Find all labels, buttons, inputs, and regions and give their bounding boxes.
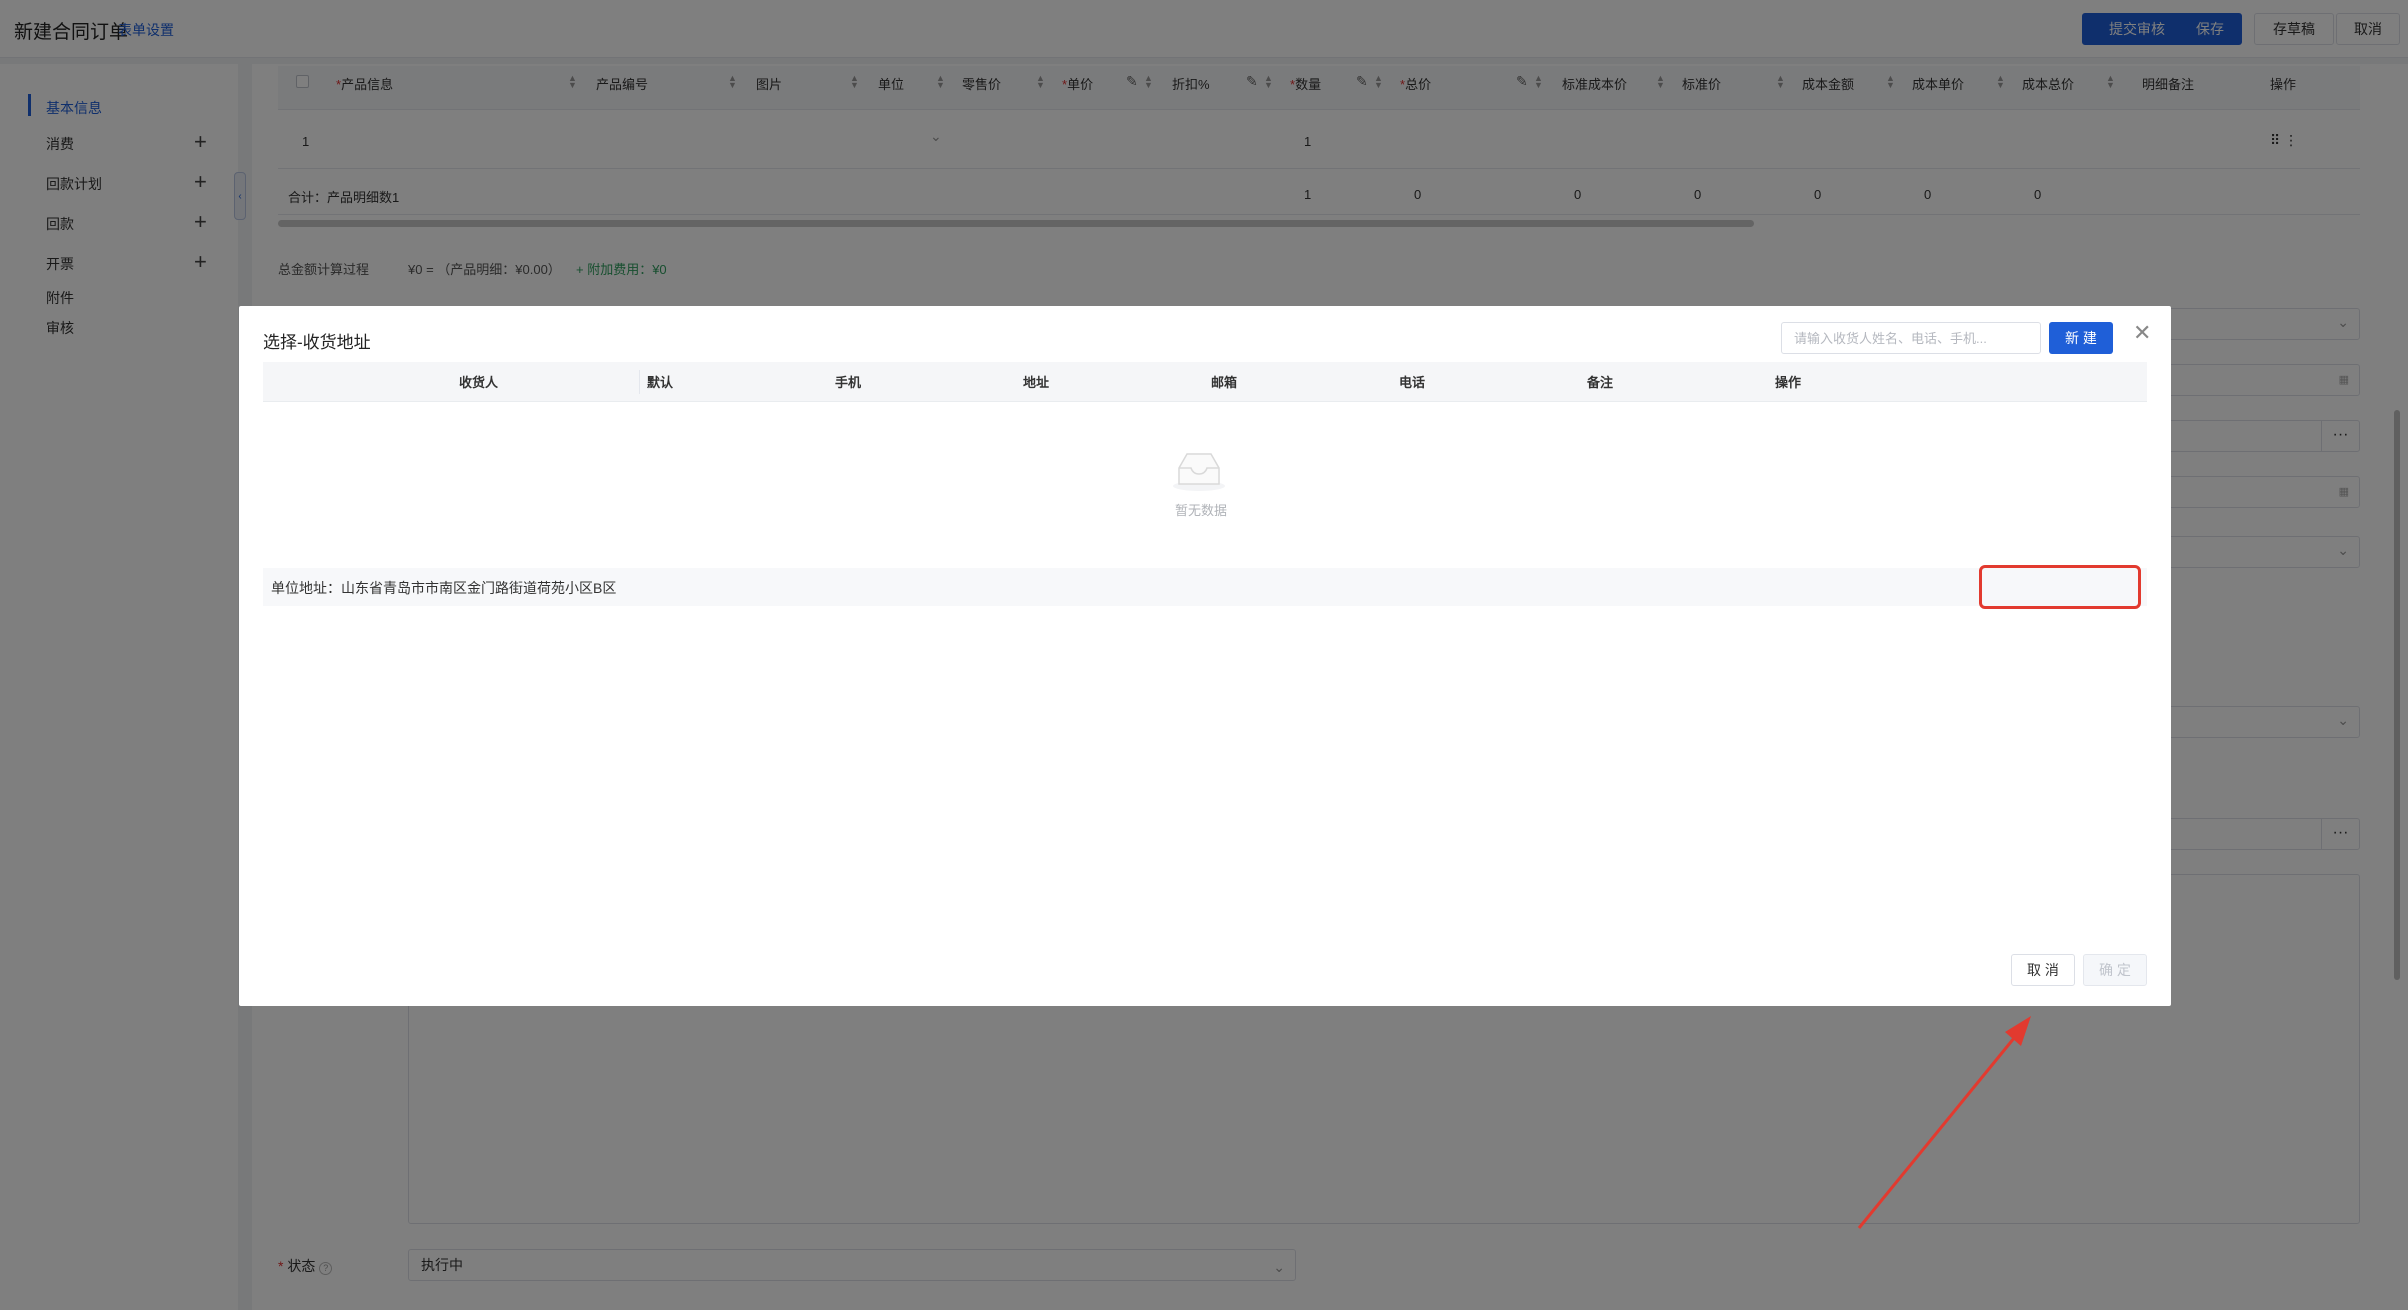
- col-mobile: 手机: [835, 375, 862, 390]
- empty-text: 暂无数据: [1174, 503, 1227, 518]
- modal-cancel-button[interactable]: 取 消: [2011, 954, 2075, 986]
- highlight-annotation-box: [1979, 565, 2141, 609]
- modal-title: 选择-收货地址: [263, 333, 371, 352]
- col-action: 操作: [1775, 375, 1802, 390]
- address-table-header: [263, 362, 2147, 402]
- col-note: 备注: [1587, 375, 1614, 390]
- col-default: 默认: [647, 375, 674, 390]
- col-email: 邮箱: [1211, 375, 1238, 390]
- modal-confirm-button[interactable]: 确 定: [2083, 954, 2147, 986]
- unit-address-text: 单位地址：山东省青岛市市南区金门路街道荷苑小区B区: [271, 580, 617, 596]
- empty-inbox-icon: [1173, 453, 1225, 491]
- col-phone: 电话: [1399, 375, 1426, 390]
- address-search-input[interactable]: [1781, 322, 2041, 354]
- address-select-modal: 选择-收货地址 新 建 ✕ 收货人 默认 手机 地址 邮箱 电话 备注 操作 暂…: [239, 306, 2171, 1229]
- col-receiver: 收货人: [459, 375, 499, 390]
- new-address-button[interactable]: 新 建: [2049, 322, 2113, 354]
- close-icon[interactable]: ✕: [2133, 320, 2151, 346]
- col-address: 地址: [1023, 375, 1050, 390]
- col-divider: [639, 370, 640, 394]
